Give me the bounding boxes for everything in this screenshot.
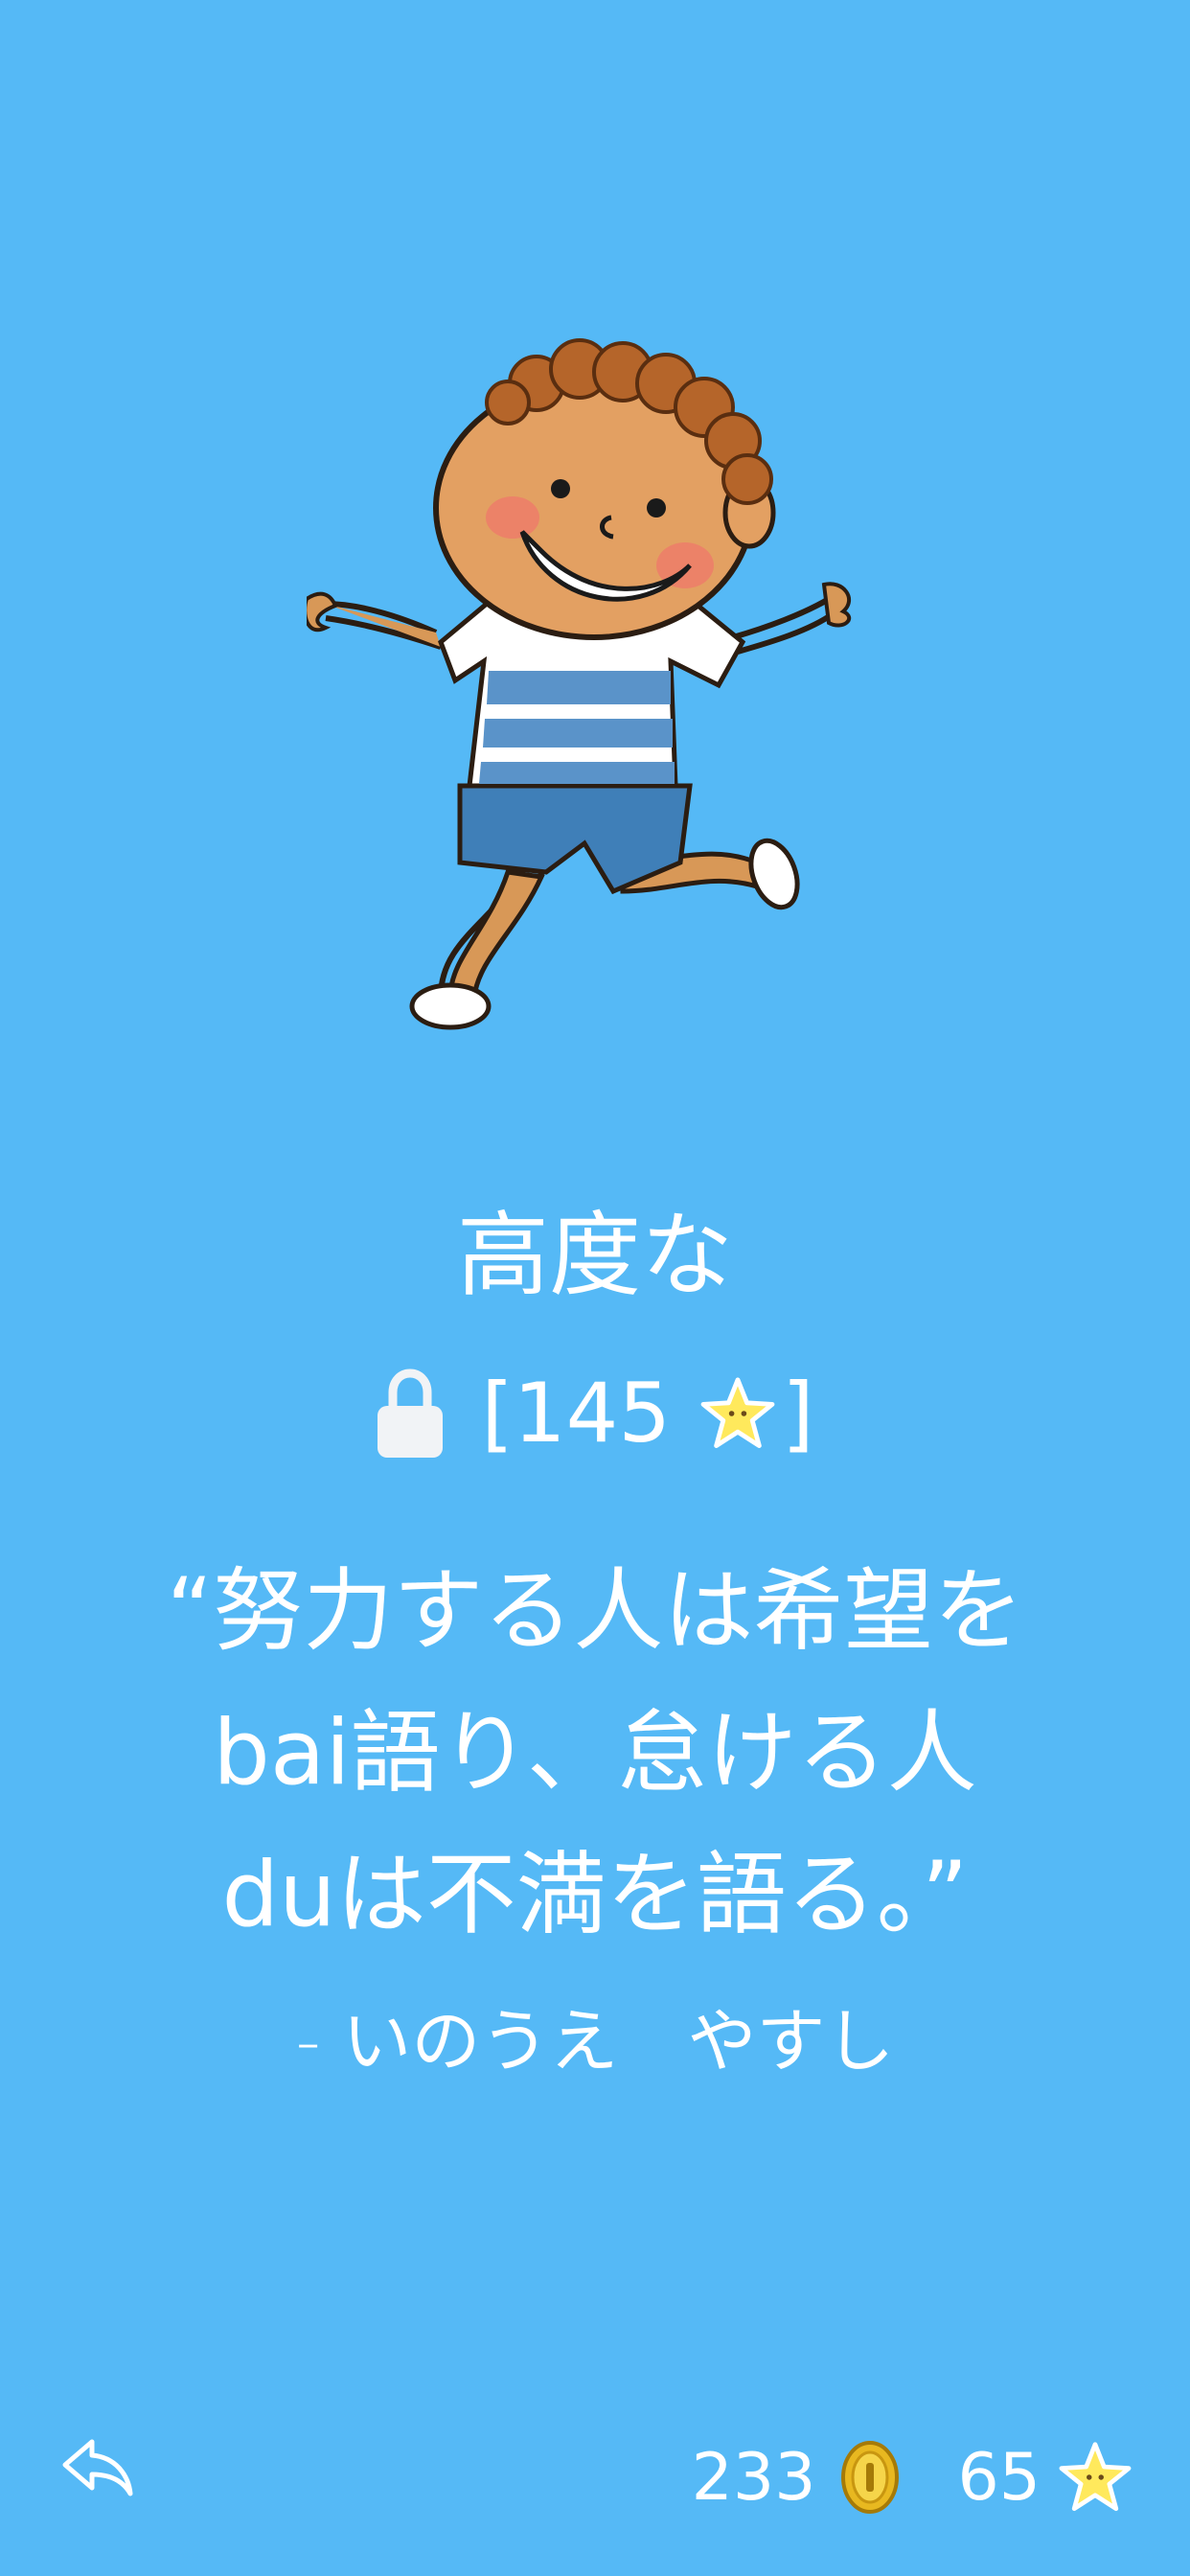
- required-stars-value: 145: [513, 1366, 672, 1461]
- star-count: 65: [957, 2439, 1041, 2516]
- quote-author: - いのうえ やすし: [295, 2001, 895, 2082]
- star-icon: [700, 1377, 775, 1448]
- quote-line-2: bai語り、怠ける人: [213, 1701, 977, 1806]
- locked-requirement: [ 145 ]: [0, 1361, 1190, 1466]
- back-arrow-icon[interactable]: [59, 2434, 136, 2501]
- bracket-open: [: [481, 1366, 514, 1461]
- bracket-close: ]: [782, 1366, 814, 1461]
- quote-line-3: duは不満を語る。”: [221, 1843, 969, 1947]
- quote-line-1: “努力する人は希望を: [166, 1559, 1024, 1664]
- coin-count: 233: [691, 2439, 816, 2516]
- level-title: 高度な: [457, 1202, 733, 1309]
- lock-icon: [378, 1368, 444, 1458]
- quote-text: “努力する人は希望を bai語り、怠ける人 duは不満を語る。”: [96, 1541, 1094, 1966]
- star-icon: [1059, 2442, 1132, 2512]
- currency-stats: 233 65: [692, 2429, 1133, 2525]
- coin-icon: [841, 2441, 900, 2514]
- boy-illustration: [307, 338, 852, 1030]
